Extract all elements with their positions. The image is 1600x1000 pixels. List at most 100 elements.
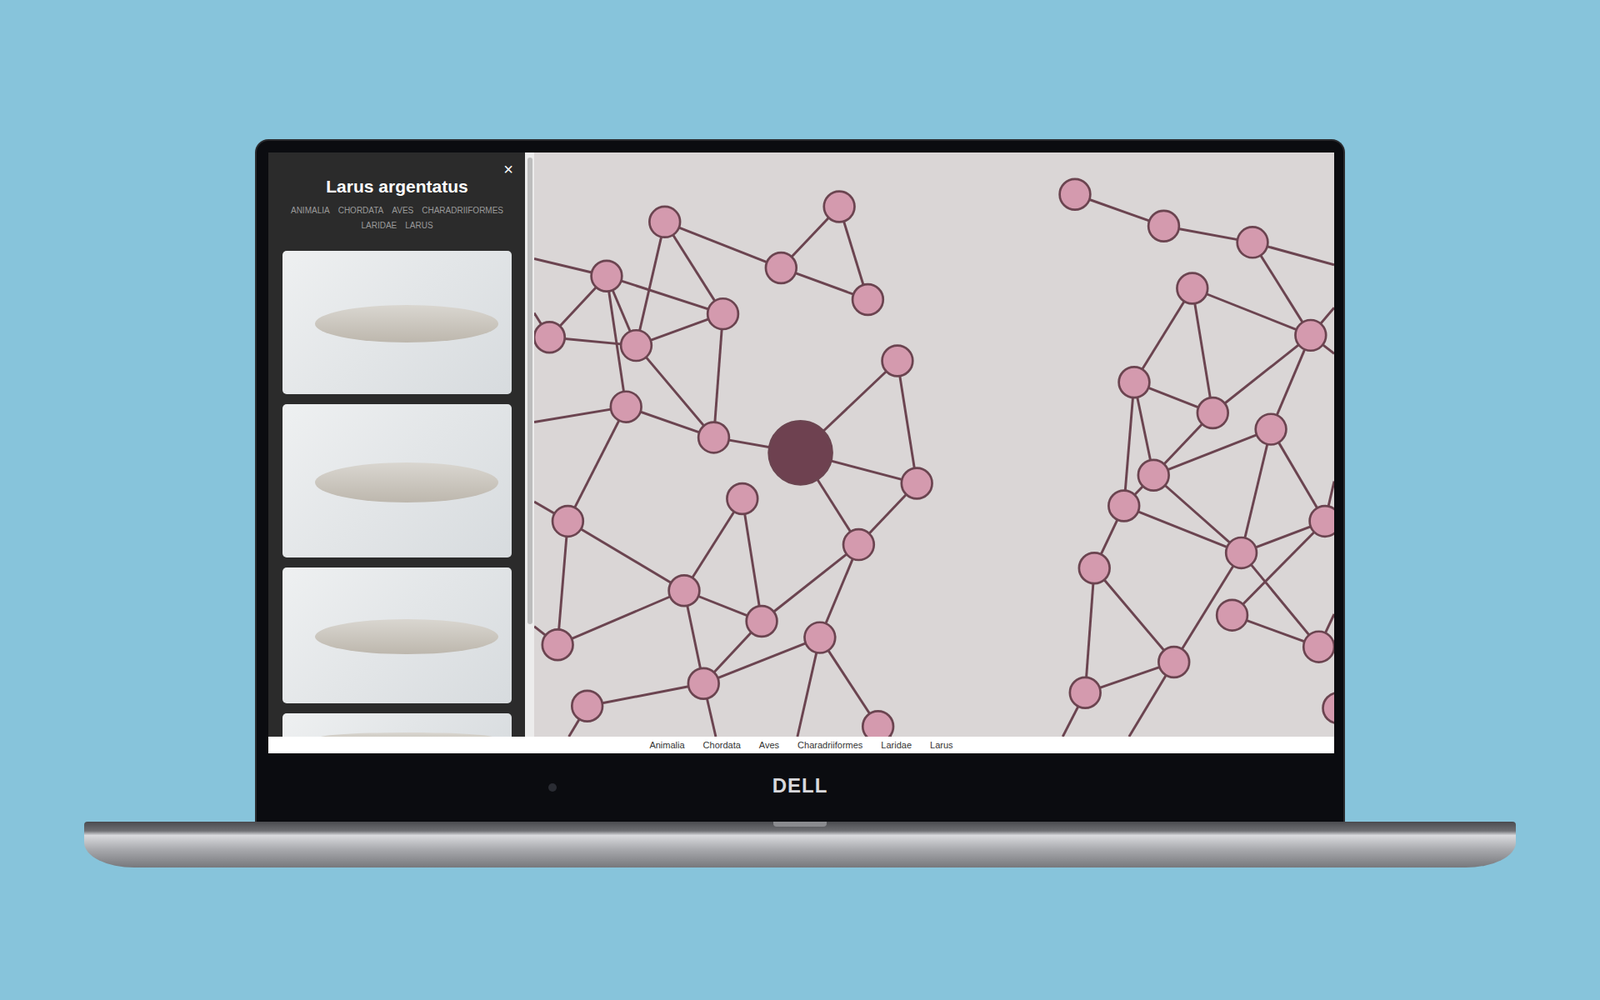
- taxonomy-tag[interactable]: CHORDATA: [338, 205, 385, 216]
- graph-node[interactable]: [698, 422, 730, 454]
- graph-node[interactable]: [882, 345, 914, 377]
- graph-edge: [557, 520, 568, 645]
- taxonomy-tags: ANIMALIA CHORDATA AVES CHARADRIIFORMES LARID…: [276, 205, 519, 231]
- breadcrumb-item[interactable]: Animalia: [649, 739, 685, 751]
- graph-node[interactable]: [707, 298, 739, 330]
- network-graph[interactable]: [534, 152, 1335, 737]
- graph-node[interactable]: [591, 260, 623, 292]
- graph-node[interactable]: [1216, 600, 1248, 631]
- graph-node[interactable]: [1070, 677, 1101, 709]
- graph-node[interactable]: [1323, 692, 1335, 724]
- main-area: × Larus argentatus ANIMALIA CHORDATA AVES CHA…: [268, 152, 1335, 737]
- detail-panel: × Larus argentatus ANIMALIA CHORDATA AVES CHA…: [268, 152, 525, 737]
- graph-node[interactable]: [1197, 397, 1229, 429]
- graph-node[interactable]: [824, 191, 855, 223]
- graph-edge: [567, 520, 685, 590]
- graph-node[interactable]: [1255, 414, 1287, 445]
- breadcrumb-item[interactable]: Aves: [759, 739, 780, 751]
- graph-edge: [897, 360, 917, 484]
- graph-node[interactable]: [804, 622, 835, 654]
- graph-node[interactable]: [862, 710, 894, 737]
- graph-edge: [761, 545, 859, 622]
- graph-node[interactable]: [1108, 490, 1140, 522]
- graph-node[interactable]: [688, 668, 720, 700]
- scrollbar[interactable]: [525, 152, 535, 737]
- taxonomy-tag[interactable]: CHARADRIIFORMES: [421, 205, 504, 216]
- bird-photo: [315, 462, 499, 503]
- camera-icon: [548, 783, 557, 792]
- breadcrumb-item[interactable]: Laridae: [880, 739, 912, 751]
- graph-edge: [567, 406, 626, 521]
- scrollbar-thumb[interactable]: [527, 157, 533, 625]
- photo-card[interactable]: [282, 713, 512, 737]
- panel-header: Larus argentatus ANIMALIA CHORDATA AVES CHAR…: [282, 152, 512, 251]
- graph-edge: [703, 637, 820, 684]
- graph-node[interactable]: [1237, 226, 1269, 258]
- graph-node[interactable]: [610, 391, 642, 423]
- graph-node[interactable]: [534, 321, 565, 353]
- graph-edge: [1192, 288, 1213, 414]
- photo-card[interactable]: [282, 404, 512, 558]
- graph-node[interactable]: [746, 605, 778, 637]
- graph-node[interactable]: [901, 468, 933, 500]
- graph-node[interactable]: [765, 252, 797, 284]
- breadcrumb-bar: Animalia Chordata Aves Charadriiformes Larid…: [268, 736, 1335, 754]
- taxonomy-tag[interactable]: AVES: [391, 205, 414, 216]
- graph-node[interactable]: [1225, 537, 1257, 569]
- graph-edge: [1124, 505, 1242, 553]
- graph-edge: [587, 683, 705, 706]
- graph-node[interactable]: [1060, 179, 1091, 210]
- graph-edge: [1085, 568, 1095, 694]
- bird-photo: [315, 619, 499, 655]
- graph-node[interactable]: [571, 690, 603, 722]
- graph-edge: [606, 275, 724, 314]
- graph-node[interactable]: [1138, 460, 1170, 491]
- graph-node[interactable]: [1310, 505, 1335, 537]
- graph-node[interactable]: [852, 284, 884, 315]
- species-title: Larus argentatus: [325, 175, 468, 198]
- breadcrumb-item[interactable]: Chordata: [703, 739, 741, 751]
- dell-logo: DELL: [772, 774, 829, 798]
- laptop-lid: × Larus argentatus ANIMALIA CHORDATA AVES CHA…: [255, 139, 1345, 822]
- graph-node[interactable]: [649, 206, 680, 238]
- graph-node[interactable]: [1119, 366, 1150, 398]
- graph-node[interactable]: [620, 330, 652, 361]
- graph-edge: [557, 590, 685, 645]
- screen: × Larus argentatus ANIMALIA CHORDATA AVES CHA…: [268, 152, 1335, 754]
- graph-edge: [1153, 429, 1271, 475]
- graph-node[interactable]: [542, 629, 574, 660]
- graph-node[interactable]: [1303, 631, 1335, 663]
- taxonomy-tag[interactable]: LARUS: [405, 220, 433, 231]
- graph-edge: [1124, 382, 1135, 506]
- graph-node[interactable]: [1158, 646, 1190, 678]
- lid-notch: [773, 821, 827, 827]
- graph-node[interactable]: [1295, 320, 1326, 351]
- graph-node[interactable]: [1176, 273, 1208, 305]
- breadcrumb-item[interactable]: Larus: [930, 739, 954, 751]
- graph-edge: [1212, 335, 1311, 413]
- graph-node[interactable]: [769, 420, 833, 485]
- close-button[interactable]: ×: [503, 159, 514, 180]
- graph-edge: [714, 314, 724, 438]
- graph-node[interactable]: [552, 505, 584, 537]
- graph-node[interactable]: [726, 483, 758, 515]
- graph-node[interactable]: [1079, 552, 1110, 584]
- bird-photo: [315, 305, 499, 343]
- graph-edge: [1094, 568, 1175, 663]
- graph-edge: [1153, 475, 1241, 553]
- graph-edge: [635, 221, 665, 345]
- bezel: DELL: [268, 753, 1332, 822]
- graph-edge: [1192, 288, 1311, 335]
- graph-edge: [665, 221, 782, 268]
- bird-photo: [315, 732, 499, 737]
- photo-card[interactable]: [282, 250, 512, 395]
- graph-node[interactable]: [669, 575, 700, 606]
- graph-node[interactable]: [1148, 210, 1180, 242]
- taxonomy-tag[interactable]: ANIMALIA: [290, 205, 330, 216]
- taxonomy-tag[interactable]: LARIDAE: [360, 220, 397, 231]
- graph-edge: [1134, 288, 1193, 383]
- photo-card[interactable]: [282, 567, 512, 704]
- breadcrumb-item[interactable]: Charadriiformes: [797, 739, 863, 751]
- graph-edge: [742, 498, 762, 621]
- graph-node[interactable]: [843, 529, 875, 560]
